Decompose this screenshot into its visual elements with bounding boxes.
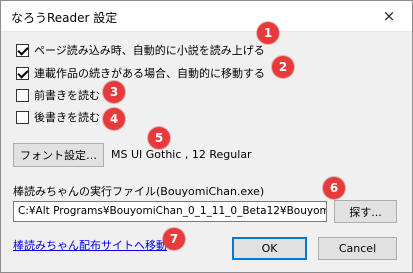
checkbox-read-preface[interactable] [16,88,29,102]
window-title: なろうReader 設定 [11,11,118,25]
checkbox-auto-move[interactable] [16,66,29,80]
annotation-badge-6: 6 [323,177,345,199]
option-read-preface[interactable]: 前書きを読む [16,87,100,103]
option-auto-read-label: ページ読み込み時、自動的に小説を読み上げる [34,44,265,57]
checkbox-read-afterword[interactable] [16,110,29,124]
annotation-badge-1: 1 [257,22,279,44]
browse-button[interactable]: 探す... [334,200,397,223]
checkbox-auto-read[interactable] [16,43,29,57]
executable-path-input[interactable]: C:¥Alt Programs¥BouyomiChan_0_1_11_0_Bet… [13,201,327,222]
option-read-afterword-label: 後書きを読む [34,111,100,124]
cancel-button[interactable]: Cancel [318,237,397,260]
font-settings-button[interactable]: フォント設定… [13,143,104,167]
title-bar: なろうReader 設定 × [1,1,412,32]
annotation-badge-3: 3 [103,81,125,103]
close-icon[interactable]: × [366,1,412,31]
distribution-site-link[interactable]: 棒読みちゃん配布サイトへ移動 [13,237,167,253]
font-current-value: MS UI Gothic , 12 Regular [111,148,252,161]
option-auto-read[interactable]: ページ読み込み時、自動的に小説を読み上げる [16,42,265,58]
annotation-badge-7: 7 [163,228,185,250]
option-auto-move[interactable]: 連載作品の続きがある場合、自動的に移動する [16,65,265,81]
annotation-badge-2: 2 [272,56,294,78]
option-read-afterword[interactable]: 後書きを読む [16,109,100,125]
annotation-badge-4: 4 [103,108,125,130]
option-read-preface-label: 前書きを読む [34,89,100,102]
ok-button[interactable]: OK [232,237,307,260]
option-auto-move-label: 連載作品の続きがある場合、自動的に移動する [34,67,265,80]
annotation-badge-5: 5 [148,127,170,149]
settings-dialog: なろうReader 設定 × ページ読み込み時、自動的に小説を読み上げる 連載作… [0,0,413,273]
executable-label: 棒読みちゃんの実行ファイル(BouyomiChan.exe) [13,185,265,198]
